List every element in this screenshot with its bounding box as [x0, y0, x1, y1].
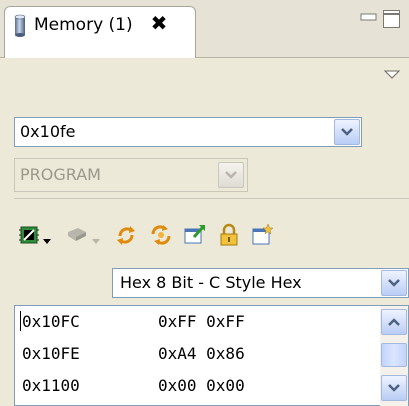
tab-title: Memory (1) — [34, 15, 133, 35]
import-icon[interactable] — [250, 222, 276, 248]
chip-icon[interactable] — [16, 222, 42, 248]
refresh-all-icon[interactable] — [148, 222, 174, 248]
scroll-thumb[interactable] — [381, 343, 407, 367]
memory-view-icon — [14, 14, 26, 38]
maximize-icon[interactable] — [382, 8, 402, 30]
chevron-down-icon[interactable] — [334, 119, 360, 145]
export-icon[interactable] — [182, 222, 208, 248]
row-address[interactable]: 0x1100 — [22, 376, 80, 395]
row-address[interactable]: 0x10FE — [22, 344, 80, 363]
chip2-icon — [64, 222, 90, 248]
view-menu-icon[interactable] — [383, 68, 401, 82]
lock-icon[interactable] — [216, 222, 242, 248]
text-caret — [20, 311, 21, 331]
minimize-icon[interactable] — [360, 10, 378, 22]
chevron-down-icon[interactable] — [381, 270, 407, 296]
close-icon[interactable]: ✖ — [148, 12, 170, 34]
row-bytes[interactable]: 0x00 0x00 — [158, 376, 245, 395]
format-value: Hex 8 Bit - C Style Hex — [120, 273, 302, 292]
address-value: 0x10fe — [20, 122, 76, 141]
refresh-icon[interactable] — [113, 222, 139, 248]
row-bytes[interactable]: 0xA4 0x86 — [158, 344, 245, 363]
chevron-down-icon — [91, 232, 101, 244]
row-bytes[interactable]: 0xFF 0xFF — [158, 312, 245, 331]
scroll-up-button[interactable] — [381, 309, 407, 335]
chevron-down-icon[interactable] — [42, 232, 52, 244]
separator — [14, 198, 409, 199]
chevron-down-icon — [218, 162, 244, 188]
scroll-down-button[interactable] — [381, 375, 407, 401]
memory-space-value: PROGRAM — [20, 165, 101, 184]
row-address[interactable]: 0x10FC — [22, 312, 80, 331]
